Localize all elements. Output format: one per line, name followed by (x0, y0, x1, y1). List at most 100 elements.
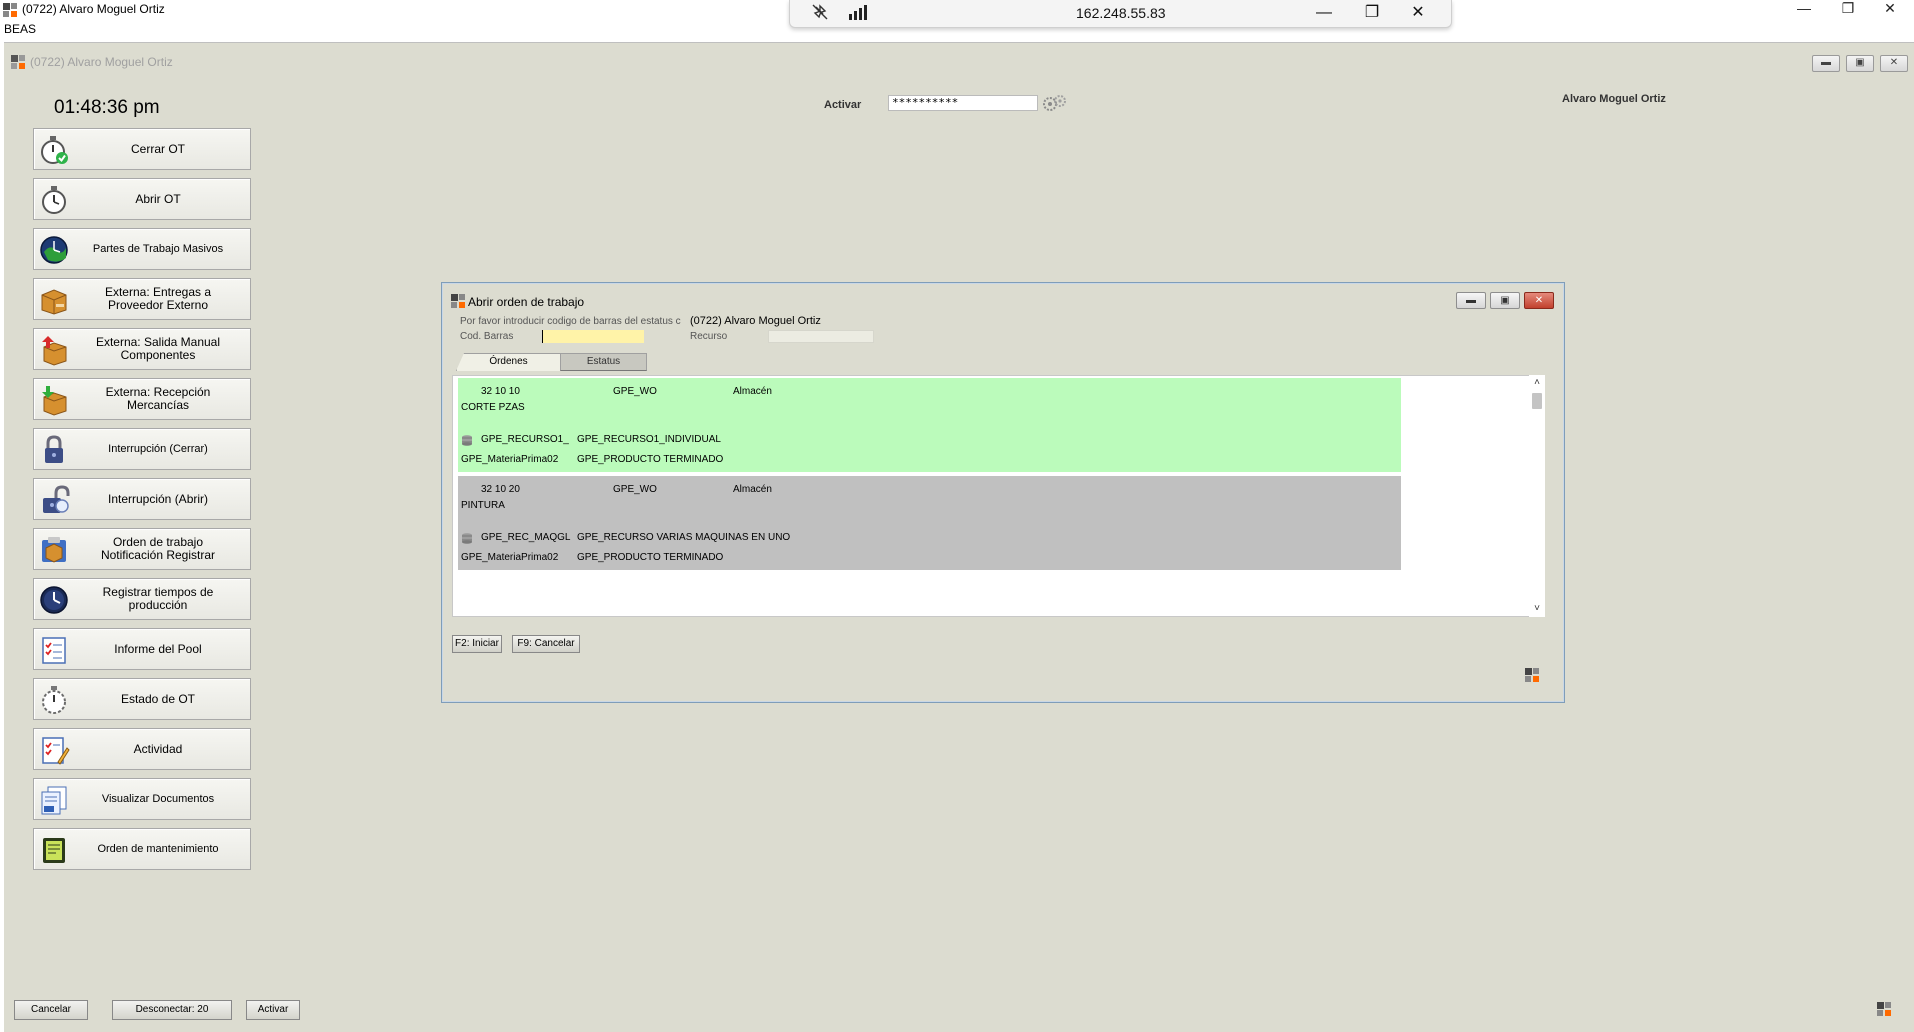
order-wo: GPE_WO (613, 386, 657, 397)
sidebar-button-15[interactable]: Orden de mantenimiento (33, 828, 251, 870)
order-material: GPE_MateriaPrima02 (461, 552, 559, 563)
sidebar-button-6[interactable]: Externa: Recepción Mercancías (33, 378, 251, 420)
sidebar-button-label: Interrupción (Cerrar) (108, 442, 208, 455)
sidebar-button-5[interactable]: Externa: Salida Manual Componentes (33, 328, 251, 370)
padlock-icon (45, 435, 63, 463)
pin-icon[interactable] (808, 3, 832, 25)
desconectar-button[interactable]: Desconectar: 20 (112, 1000, 232, 1020)
sidebar-button-4[interactable]: Externa: Entregas a Proveedor Externo (33, 278, 251, 320)
order-resource-code: GPE_RECURSO1_ (481, 434, 569, 445)
barcode-input[interactable] (542, 330, 644, 343)
sidebar-button-13[interactable]: Actividad (33, 728, 251, 770)
gears-icon[interactable] (1040, 93, 1068, 115)
barcode-label: Cod. Barras (460, 331, 514, 342)
abrir-orden-dialog: Abrir orden de trabajo ▬ ▣ ✕ Por favor i… (441, 282, 1565, 703)
order-wo: GPE_WO (613, 484, 657, 495)
scroll-down-icon[interactable]: ˅ (1531, 603, 1543, 615)
sidebar-button-12[interactable]: Estado de OT (33, 678, 251, 720)
current-user-label: Alvaro Moguel Ortiz (1562, 93, 1666, 105)
tab-ordenes[interactable]: Órdenes (456, 353, 561, 371)
outer-window-title: (0722) Alvaro Moguel Ortiz (22, 2, 165, 16)
order-number: 32 10 10 (481, 386, 520, 397)
app-title: (0722) Alvaro Moguel Ortiz (30, 55, 173, 69)
sidebar-button-3[interactable]: Partes de Trabajo Masivos (33, 228, 251, 270)
sidebar-button-8[interactable]: Interrupción (Abrir) (33, 478, 251, 520)
app-titlebar: (0722) Alvaro Moguel Ortiz ▬ ▣ ✕ (4, 51, 1914, 73)
signal-strength-icon[interactable] (846, 3, 870, 25)
sidebar-button-label: Actividad (133, 741, 183, 756)
app-close-button[interactable]: ✕ (1880, 55, 1908, 72)
sidebar-button-label: Partes de Trabajo Masivos (92, 242, 224, 255)
sidebar-button-label: Orden de mantenimiento (97, 842, 219, 855)
order-resource-description: GPE_RECURSO VARIAS MAQUINAS EN UNO (577, 532, 791, 543)
order-resource-code: GPE_REC_MAQGL (481, 532, 571, 543)
sidebar-button-10[interactable]: Registrar tiempos de producción (33, 578, 251, 620)
activar-password-field[interactable]: ********** (888, 95, 1038, 111)
app-restore-button[interactable]: ▣ (1846, 55, 1874, 72)
order-resource-description: GPE_RECURSO1_INDIVIDUAL (577, 434, 721, 445)
clock-globe-icon (40, 236, 68, 264)
order-card[interactable]: 32 10 20 GPE_WO Almacén PINTURA GPE_REC_MAQG… (458, 476, 1401, 570)
clock-display: 01:48:36 pm (54, 97, 160, 118)
database-icon (462, 533, 472, 544)
rdp-close-button[interactable]: ✕ (1406, 3, 1430, 25)
sidebar-button-label: Externa: Recepción Mercancías (105, 385, 211, 412)
rdp-minimize-button[interactable]: — (1312, 3, 1336, 25)
sidebar-button-2[interactable]: Abrir OT (33, 178, 251, 220)
orders-scrollbar[interactable]: ˄ ˅ (1529, 375, 1545, 617)
order-warehouse: Almacén (733, 484, 772, 495)
close-window-button[interactable]: ✕ (1870, 0, 1910, 18)
remote-connection-bar: 162.248.55.83 — ❐ ✕ (789, 0, 1452, 28)
sidebar-button-7[interactable]: Interrupción (Cerrar) (33, 428, 251, 470)
sidebar-button-11[interactable]: Informe del Pool (33, 628, 251, 670)
cancelar-dialog-button[interactable]: F9: Cancelar (512, 635, 580, 653)
recurso-input[interactable] (768, 330, 874, 343)
app-logo-icon (3, 3, 17, 17)
dialog-corner-logo-icon (1525, 668, 1539, 682)
checklist-icon (42, 637, 66, 664)
sidebar-button-1[interactable]: Cerrar OT (33, 128, 251, 170)
padlock-open-icon (43, 485, 70, 513)
dialog-logo-icon (451, 294, 465, 308)
dialog-close-button[interactable]: ✕ (1524, 292, 1554, 309)
box-out-icon (42, 336, 67, 366)
box-icon (41, 289, 67, 315)
dialog-title: Abrir orden de trabajo (468, 295, 585, 309)
cancelar-button[interactable]: Cancelar (14, 1000, 88, 1020)
order-operation: PINTURA (461, 500, 505, 511)
order-card[interactable]: 32 10 10 GPE_WO Almacén CORTE PZAS GPE_RECUR… (458, 378, 1401, 472)
restore-window-button[interactable]: ❐ (1828, 0, 1868, 18)
sidebar-button-9[interactable]: Orden de trabajo Notificación Registrar (33, 528, 251, 570)
activar-button[interactable]: Activar (246, 1000, 300, 1020)
sidebar-button-label: Registrar tiempos de producción (102, 585, 214, 612)
sidebar-button-label: Interrupción (Abrir) (107, 491, 209, 506)
minimize-window-button[interactable]: — (1784, 0, 1824, 18)
documents-icon (41, 786, 67, 815)
sidebar-button-label: Externa: Entregas a Proveedor Externo (104, 285, 212, 312)
order-operation: CORTE PZAS (461, 402, 525, 413)
sidebar-button-label: Externa: Salida Manual Componentes (95, 335, 221, 362)
order-material: GPE_MateriaPrima02 (461, 454, 559, 465)
scroll-up-icon[interactable]: ˄ (1531, 377, 1543, 389)
remote-ip-address: 162.248.55.83 (1076, 5, 1166, 21)
stopwatch-icon (42, 186, 66, 214)
recurso-label: Recurso (690, 331, 728, 342)
stopwatch-dashed-icon (42, 686, 66, 714)
app-minimize-button[interactable]: ▬ (1812, 55, 1840, 72)
outer-window-subtitle: BEAS (4, 22, 37, 36)
barcode-prompt-text: Por favor introducir codigo de barras de… (460, 316, 681, 327)
app-window: (0722) Alvaro Moguel Ortiz ▬ ▣ ✕ 01:48:3… (4, 42, 1914, 1032)
scroll-thumb[interactable] (1532, 393, 1542, 409)
sidebar-button-14[interactable]: Visualizar Documentos (33, 778, 251, 820)
dialog-minimize-button[interactable]: ▬ (1456, 292, 1486, 309)
dialog-restore-button[interactable]: ▣ (1490, 292, 1520, 309)
order-warehouse: Almacén (733, 386, 772, 397)
sidebar-button-label: Orden de trabajo Notificación Registrar (100, 535, 216, 562)
order-product: GPE_PRODUCTO TERMINADO (577, 552, 724, 563)
clock-icon (40, 586, 68, 614)
rdp-restore-button[interactable]: ❐ (1360, 3, 1384, 25)
iniciar-button[interactable]: F2: Iniciar (452, 635, 502, 653)
tab-estatus[interactable]: Estatus (560, 353, 647, 371)
checklist-pencil-icon (42, 737, 70, 765)
clipboard-box-icon (42, 537, 66, 563)
